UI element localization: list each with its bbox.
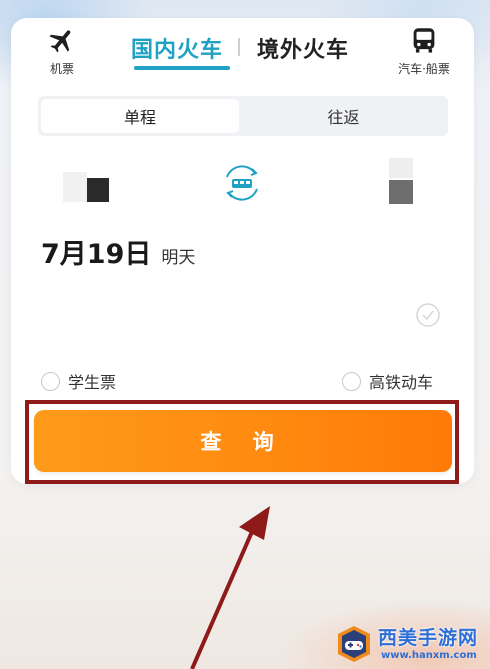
watermark-url: www.hanxm.com <box>381 650 477 661</box>
gamepad-logo-icon <box>338 626 370 662</box>
site-watermark: 西美手游网 www.hanxm.com <box>334 622 490 669</box>
watermark-title: 西美手游网 <box>378 627 479 649</box>
annotation-arrow <box>190 506 270 669</box>
